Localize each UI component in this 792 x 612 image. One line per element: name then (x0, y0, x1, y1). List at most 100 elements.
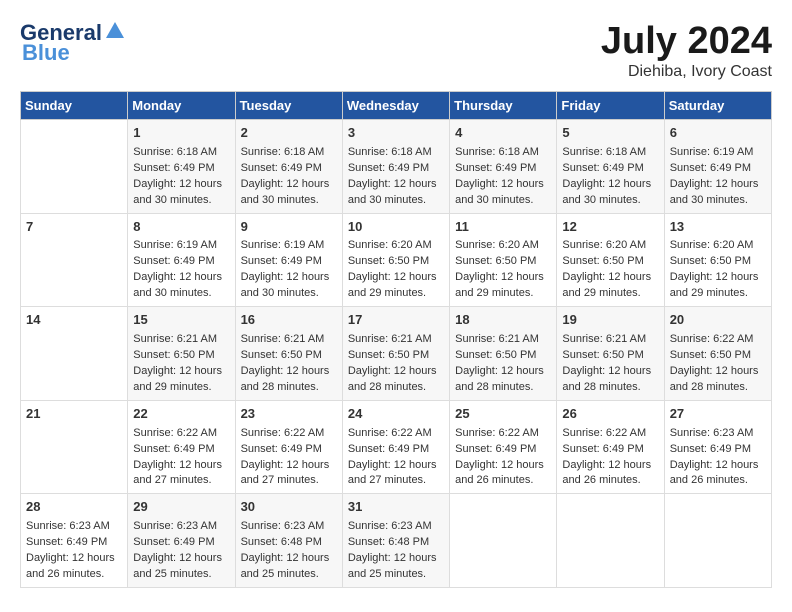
calendar-cell: 4Sunrise: 6:18 AM Sunset: 6:49 PM Daylig… (450, 120, 557, 214)
day-info: Sunrise: 6:21 AM Sunset: 6:50 PM Dayligh… (241, 332, 337, 396)
day-info: Sunrise: 6:22 AM Sunset: 6:49 PM Dayligh… (133, 426, 229, 490)
day-number: 31 (348, 498, 444, 517)
day-number: 5 (562, 124, 658, 143)
day-info: Sunrise: 6:19 AM Sunset: 6:49 PM Dayligh… (670, 145, 766, 209)
day-number: 4 (455, 124, 551, 143)
day-info: Sunrise: 6:20 AM Sunset: 6:50 PM Dayligh… (348, 238, 444, 302)
calendar-cell: 21 (21, 400, 128, 494)
day-number: 3 (348, 124, 444, 143)
calendar-cell: 29Sunrise: 6:23 AM Sunset: 6:49 PM Dayli… (128, 494, 235, 588)
day-number: 25 (455, 405, 551, 424)
day-number: 23 (241, 405, 337, 424)
calendar-cell: 19 Sunrise: 6:21 AM Sunset: 6:50 PM Dayli… (557, 307, 664, 401)
day-number: 2 (241, 124, 337, 143)
header-cell-thursday: Thursday (450, 92, 557, 120)
calendar-cell: 27Sunrise: 6:23 AM Sunset: 6:49 PM Dayli… (664, 400, 771, 494)
calendar-cell (21, 120, 128, 214)
calendar-cell: 9Sunrise: 6:19 AM Sunset: 6:49 PM Daylig… (235, 213, 342, 307)
day-number: 26 (562, 405, 658, 424)
day-number: 21 (26, 405, 122, 424)
day-number: 19 (562, 311, 658, 330)
calendar-table: SundayMondayTuesdayWednesdayThursdayFrid… (20, 91, 772, 588)
calendar-cell: 26Sunrise: 6:22 AM Sunset: 6:49 PM Dayli… (557, 400, 664, 494)
day-info: Sunrise: 6:21 AM Sunset: 6:50 PM Dayligh… (348, 332, 444, 396)
day-info: Sunrise: 6:18 AM Sunset: 6:49 PM Dayligh… (133, 145, 229, 209)
day-info: Sunrise: 6:22 AM Sunset: 6:49 PM Dayligh… (241, 426, 337, 490)
day-number: 27 (670, 405, 766, 424)
header-cell-tuesday: Tuesday (235, 92, 342, 120)
day-number: 28 (26, 498, 122, 517)
day-info: Sunrise: 6:23 AM Sunset: 6:48 PM Dayligh… (348, 519, 444, 583)
day-info: Sunrise: 6:23 AM Sunset: 6:49 PM Dayligh… (133, 519, 229, 583)
logo: General Blue (20, 20, 126, 66)
calendar-cell: 1 Sunrise: 6:18 AM Sunset: 6:49 PM Daylig… (128, 120, 235, 214)
day-info: Sunrise: 6:22 AM Sunset: 6:50 PM Dayligh… (670, 332, 766, 396)
day-number: 24 (348, 405, 444, 424)
day-number: 30 (241, 498, 337, 517)
location: Diehiba, Ivory Coast (601, 63, 772, 81)
day-info: Sunrise: 6:23 AM Sunset: 6:48 PM Dayligh… (241, 519, 337, 583)
calendar-cell: 8Sunrise: 6:19 AM Sunset: 6:49 PM Daylig… (128, 213, 235, 307)
day-number: 8 (133, 218, 229, 237)
day-info: Sunrise: 6:19 AM Sunset: 6:49 PM Dayligh… (133, 238, 229, 302)
calendar-cell: 12Sunrise: 6:20 AM Sunset: 6:50 PM Dayli… (557, 213, 664, 307)
calendar-body: 1 Sunrise: 6:18 AM Sunset: 6:49 PM Daylig… (21, 120, 772, 588)
day-info: Sunrise: 6:21 AM Sunset: 6:50 PM Dayligh… (455, 332, 551, 396)
calendar-week-2: 78Sunrise: 6:19 AM Sunset: 6:49 PM Dayli… (21, 213, 772, 307)
day-number: 6 (670, 124, 766, 143)
calendar-cell: 16Sunrise: 6:21 AM Sunset: 6:50 PM Dayli… (235, 307, 342, 401)
header-cell-friday: Friday (557, 92, 664, 120)
calendar-cell: 3Sunrise: 6:18 AM Sunset: 6:49 PM Daylig… (342, 120, 449, 214)
day-info: Sunrise: 6:18 AM Sunset: 6:49 PM Dayligh… (562, 145, 658, 209)
day-number: 11 (455, 218, 551, 237)
day-number: 18 (455, 311, 551, 330)
calendar-cell: 2Sunrise: 6:18 AM Sunset: 6:49 PM Daylig… (235, 120, 342, 214)
day-info: Sunrise: 6:21 AM Sunset: 6:50 PM Dayligh… (562, 332, 658, 396)
day-number: 22 (133, 405, 229, 424)
calendar-cell: 23 Sunrise: 6:22 AM Sunset: 6:49 PM Dayli… (235, 400, 342, 494)
calendar-cell (664, 494, 771, 588)
calendar-cell: 15 Sunrise: 6:21 AM Sunset: 6:50 PM Dayli… (128, 307, 235, 401)
month-year: July 2024 (601, 20, 772, 63)
header-cell-saturday: Saturday (664, 92, 771, 120)
day-number: 7 (26, 218, 122, 237)
day-number: 9 (241, 218, 337, 237)
day-info: Sunrise: 6:23 AM Sunset: 6:49 PM Dayligh… (26, 519, 122, 583)
calendar-cell: 25 Sunrise: 6:22 AM Sunset: 6:49 PM Dayli… (450, 400, 557, 494)
day-number: 14 (26, 311, 122, 330)
day-number: 12 (562, 218, 658, 237)
day-number: 17 (348, 311, 444, 330)
calendar-cell (450, 494, 557, 588)
day-info: Sunrise: 6:20 AM Sunset: 6:50 PM Dayligh… (670, 238, 766, 302)
calendar-cell: 11Sunrise: 6:20 AM Sunset: 6:50 PM Dayli… (450, 213, 557, 307)
header-cell-wednesday: Wednesday (342, 92, 449, 120)
calendar-cell: 17 Sunrise: 6:21 AM Sunset: 6:50 PM Dayli… (342, 307, 449, 401)
calendar-cell: 31 Sunrise: 6:23 AM Sunset: 6:48 PM Dayli… (342, 494, 449, 588)
page-header: General Blue July 2024 Diehiba, Ivory Co… (20, 20, 772, 81)
day-info: Sunrise: 6:20 AM Sunset: 6:50 PM Dayligh… (455, 238, 551, 302)
calendar-week-3: 14 15 Sunrise: 6:21 AM Sunset: 6:50 PM Day… (21, 307, 772, 401)
calendar-cell: 6 Sunrise: 6:19 AM Sunset: 6:49 PM Daylig… (664, 120, 771, 214)
day-info: Sunrise: 6:22 AM Sunset: 6:49 PM Dayligh… (348, 426, 444, 490)
calendar-header-row: SundayMondayTuesdayWednesdayThursdayFrid… (21, 92, 772, 120)
calendar-cell: 20Sunrise: 6:22 AM Sunset: 6:50 PM Dayli… (664, 307, 771, 401)
day-info: Sunrise: 6:19 AM Sunset: 6:49 PM Dayligh… (241, 238, 337, 302)
calendar-cell: 7 (21, 213, 128, 307)
calendar-cell: 14 (21, 307, 128, 401)
day-info: Sunrise: 6:22 AM Sunset: 6:49 PM Dayligh… (455, 426, 551, 490)
day-number: 15 (133, 311, 229, 330)
calendar-week-5: 28 Sunrise: 6:23 AM Sunset: 6:49 PM Dayli… (21, 494, 772, 588)
calendar-cell: 22 Sunrise: 6:22 AM Sunset: 6:49 PM Dayli… (128, 400, 235, 494)
calendar-cell: 28 Sunrise: 6:23 AM Sunset: 6:49 PM Dayli… (21, 494, 128, 588)
day-info: Sunrise: 6:20 AM Sunset: 6:50 PM Dayligh… (562, 238, 658, 302)
logo-icon (104, 20, 126, 42)
day-info: Sunrise: 6:21 AM Sunset: 6:50 PM Dayligh… (133, 332, 229, 396)
calendar-cell: 10Sunrise: 6:20 AM Sunset: 6:50 PM Dayli… (342, 213, 449, 307)
calendar-cell: 30 Sunrise: 6:23 AM Sunset: 6:48 PM Dayli… (235, 494, 342, 588)
header-cell-sunday: Sunday (21, 92, 128, 120)
calendar-week-4: 21 22 Sunrise: 6:22 AM Sunset: 6:49 PM Day… (21, 400, 772, 494)
calendar-cell (557, 494, 664, 588)
calendar-cell: 18 Sunrise: 6:21 AM Sunset: 6:50 PM Dayli… (450, 307, 557, 401)
calendar-cell: 5 Sunrise: 6:18 AM Sunset: 6:49 PM Daylig… (557, 120, 664, 214)
day-number: 1 (133, 124, 229, 143)
